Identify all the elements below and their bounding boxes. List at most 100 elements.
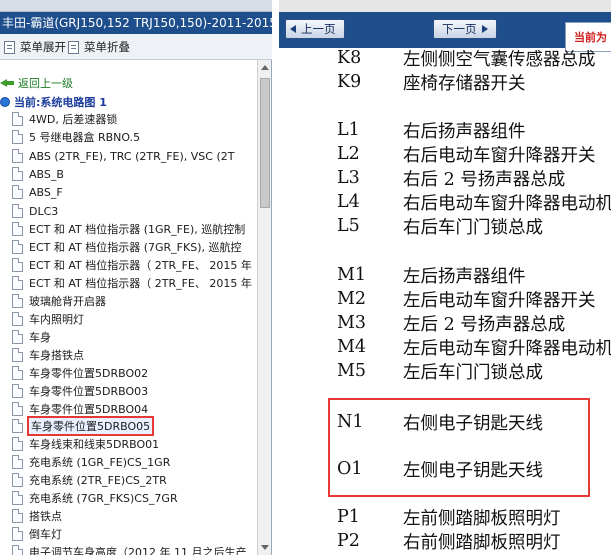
- entry-code: L5: [337, 216, 360, 236]
- entry-name: 右后电动车窗升降器电动机: [403, 193, 611, 214]
- entry-row: M1 左后扬声器组件: [337, 263, 526, 287]
- entry-code: M5: [337, 361, 367, 381]
- prev-page-label: 上一页: [301, 22, 336, 36]
- collapse-menu-label: 菜单折叠: [84, 40, 130, 54]
- tree-item-label: ABS_B: [29, 167, 64, 181]
- tree-item[interactable]: 车身线束和线束5DRBO01: [12, 435, 159, 453]
- tree-item[interactable]: 充电系统 (7GR_FKS)CS_7GR: [12, 489, 178, 507]
- entry-name: 左后电动车窗升降器电动机: [403, 338, 611, 359]
- entry-code: M4: [337, 337, 367, 357]
- back-link-label: 返回上一级: [18, 77, 73, 90]
- expand-menu-button[interactable]: 菜单展开: [4, 38, 66, 56]
- tree-item-label: 充电系统 (1GR_FE)CS_1GR: [29, 456, 171, 469]
- document-icon: [12, 185, 23, 199]
- entry-code: P1: [337, 507, 360, 527]
- tree-item[interactable]: ABS_B: [12, 165, 64, 183]
- tree-item-label: 车身搭铁点: [29, 349, 84, 362]
- tree-item[interactable]: 电子调节车身高度（2012 年 11 月之后生产: [12, 543, 246, 555]
- document-icon: [12, 384, 23, 398]
- tree-item[interactable]: 车内照明灯: [12, 310, 84, 328]
- tree-item[interactable]: 4WD, 后差速器锁: [12, 110, 117, 128]
- tree-item[interactable]: 搭铁点: [12, 507, 62, 525]
- tree-item-label: DLC3: [29, 204, 59, 218]
- collapse-menu-button[interactable]: 菜单折叠: [68, 38, 130, 56]
- current-page-label: 当前为: [574, 31, 607, 44]
- document-icon: [12, 455, 23, 469]
- entry-name: 右后车门门锁总成: [403, 217, 543, 238]
- entry-name: 座椅存储器开关: [403, 73, 526, 94]
- entry-row: N1 右侧电子钥匙天线: [337, 410, 543, 434]
- document-icon: [12, 509, 23, 523]
- tree-item[interactable]: ABS (2TR_FE), TRC (2TR_FE), VSC (2T: [12, 147, 234, 165]
- tree-item[interactable]: 车身: [12, 328, 51, 346]
- entry-name: 左侧电子钥匙天线: [403, 460, 543, 481]
- tree-item[interactable]: 玻璃舱背开启器: [12, 292, 106, 310]
- back-arrow-icon: [0, 78, 14, 88]
- entry-name: 左侧侧空气囊传感器总成: [403, 49, 596, 70]
- entry-code: M1: [337, 265, 367, 285]
- tree-item[interactable]: 车身零件位置5DRBO02: [12, 364, 148, 382]
- arrow-right-icon: [481, 25, 488, 33]
- tree-item-label: ECT 和 AT 档位指示器（ 2TR_FE、 2015 年: [29, 259, 252, 272]
- tree-item[interactable]: 车身搭铁点: [12, 346, 84, 364]
- document-icon: [12, 112, 23, 126]
- tree-item[interactable]: ECT 和 AT 档位指示器 (7GR_FKS), 巡航控: [12, 238, 242, 256]
- scrollbar-thumb[interactable]: [260, 78, 270, 208]
- entry-row: P1 左前侧踏脚板照明灯: [337, 505, 561, 529]
- document-icon: [12, 348, 23, 362]
- tree-item-selected[interactable]: 车身零件位置5DRBO05: [12, 416, 155, 436]
- tree-item[interactable]: ECT 和 AT 档位指示器 (1GR_FE), 巡航控制: [12, 220, 245, 238]
- document-icon: [12, 240, 23, 254]
- tree-item-label: 倒车灯: [29, 528, 62, 541]
- entry-name: 右后电动车窗升降器开关: [403, 145, 596, 166]
- tree-item-label: ECT 和 AT 档位指示器 (7GR_FKS), 巡航控: [29, 241, 242, 254]
- tree-item[interactable]: 充电系统 (1GR_FE)CS_1GR: [12, 453, 170, 471]
- next-page-label: 下一页: [442, 22, 477, 36]
- tree-item[interactable]: 充电系统 (2TR_FE)CS_2TR: [12, 471, 167, 489]
- document-icon: [12, 312, 23, 326]
- entry-name: 左前侧踏脚板照明灯: [403, 508, 561, 529]
- document-icon: [12, 419, 23, 433]
- panel-title: 丰田-霸道(GRJ150,152 TRJ150,150)-2011-2015年: [0, 12, 272, 34]
- tree-item-label: 充电系统 (2TR_FE)CS_2TR: [29, 474, 167, 487]
- tree-item[interactable]: ECT 和 AT 档位指示器（ 2TR_FE、 2015 年: [12, 274, 252, 292]
- tree-item-label: 车身零件位置5DRBO02: [29, 367, 149, 380]
- document-icon: [12, 276, 23, 290]
- document-icon: [12, 402, 23, 416]
- tree-item-label: ABS (2TR_FE), TRC (2TR_FE), VSC (2T: [29, 149, 235, 163]
- scroll-down-icon[interactable]: [261, 545, 269, 550]
- entry-name: 左后车门门锁总成: [403, 362, 543, 383]
- tree-list: 返回上一级 当前:系统电路图 1 4WD, 后差速器锁 5 号继电器盒 RBNO…: [0, 60, 257, 555]
- entry-code: L2: [337, 144, 360, 164]
- tree-item[interactable]: 车身零件位置5DRBO03: [12, 382, 148, 400]
- document-icon: [12, 330, 23, 344]
- entry-code: N1: [337, 412, 364, 432]
- tree-item[interactable]: DLC3: [12, 202, 58, 220]
- document-content: K8 左侧侧空气囊传感器总成 K9 座椅存储器开关 L1 右后扬声器组件 L2 右后电动…: [279, 48, 611, 555]
- next-page-button[interactable]: 下一页: [433, 19, 497, 39]
- prev-page-button[interactable]: 上一页: [285, 19, 345, 39]
- entry-name: 左后电动车窗升降器开关: [403, 290, 596, 311]
- document-panel: 上一页 下一页 当前为 K8 左侧侧空气囊传感器总成 K9 座椅存储器开关 L1 右后…: [279, 0, 611, 555]
- entry-row: K9 座椅存储器开关: [337, 70, 526, 94]
- tree-item-label: 电子调节车身高度（2012 年 11 月之后生产: [29, 546, 247, 555]
- tree-item[interactable]: 5 号继电器盒 RBNO.5: [12, 128, 140, 146]
- tree-item[interactable]: 倒车灯: [12, 525, 62, 543]
- current-folder: 当前:系统电路图 1: [0, 93, 107, 111]
- tree-item[interactable]: 车身零件位置5DRBO04: [12, 400, 148, 418]
- back-link[interactable]: 返回上一级: [0, 74, 73, 92]
- tree-item[interactable]: ABS_F: [12, 183, 63, 201]
- tree-item-label: 车身零件位置5DRBO03: [29, 385, 149, 398]
- tree-item-label: ABS_F: [29, 185, 63, 199]
- entry-row: L5 右后车门门锁总成: [337, 214, 543, 238]
- tree-item-label: 4WD, 后差速器锁: [29, 113, 118, 126]
- entry-row: L2 右后电动车窗升降器开关: [337, 142, 596, 166]
- tree-scrollbar[interactable]: [257, 60, 271, 555]
- entry-row: K8 左侧侧空气囊传感器总成: [337, 48, 596, 70]
- tree-item[interactable]: ECT 和 AT 档位指示器（ 2TR_FE、 2015 年: [12, 256, 252, 274]
- page-nav-bar: 上一页 下一页 当前为: [279, 12, 611, 52]
- entry-code: L3: [337, 168, 360, 188]
- entry-row: L4 右后电动车窗升降器电动机: [337, 190, 611, 214]
- scroll-up-icon[interactable]: [261, 65, 269, 70]
- tree-item-label: 玻璃舱背开启器: [29, 295, 106, 308]
